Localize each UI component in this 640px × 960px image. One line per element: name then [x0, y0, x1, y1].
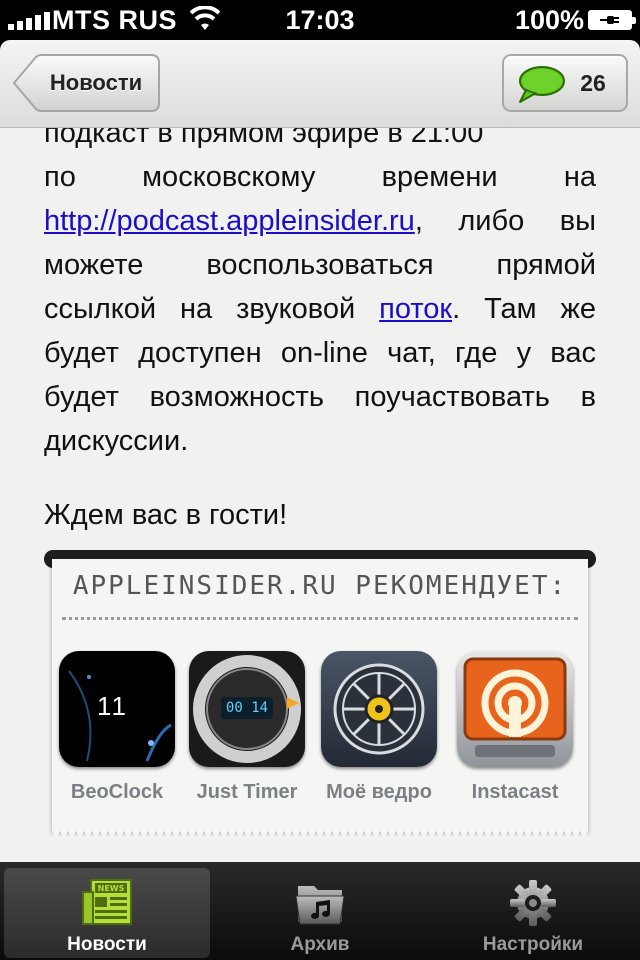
tab-label: Архив [290, 934, 350, 955]
archive-folder-icon [217, 878, 423, 930]
tab-news[interactable]: NEWS Новости [4, 868, 210, 958]
tab-label: Новости [67, 934, 147, 955]
audio-stream-link[interactable]: поток [379, 293, 452, 325]
torn-edge [52, 831, 588, 839]
navigation-bar: Новости 26 [0, 40, 640, 128]
moe-vedro-icon [321, 651, 437, 767]
greeting-text: Ждем вас в гости! [44, 499, 288, 531]
news-artwork: NEWS [82, 879, 132, 925]
dotted-divider [62, 617, 578, 620]
app-beoclock[interactable]: 11 BeoClock [52, 651, 182, 804]
comment-bubble-icon [519, 66, 565, 103]
back-button-label: Новости [49, 70, 143, 95]
charging-plug-icon [600, 16, 619, 24]
battery-percentage: 100% [514, 5, 584, 35]
comments-button[interactable]: 26 [502, 54, 628, 112]
archive-artwork [295, 886, 345, 925]
gear-artwork [510, 880, 556, 926]
article-partial-line: подкаст в прямом эфире в 21:00 [44, 128, 484, 149]
article-paragraph: по московскому времени на http://podcast… [44, 155, 596, 463]
just-timer-icon: 00 14 [189, 651, 305, 767]
tab-label: Настройки [482, 934, 584, 955]
timer-display: 00 14 [221, 697, 273, 719]
app-name: Моё ведро [326, 781, 432, 803]
news-icon: NEWS [4, 878, 210, 930]
tab-bar: NEWS Новости Архив Настройки [0, 862, 640, 960]
article-text-segment: по московскому времени на [44, 161, 596, 193]
article-text: подкаст в прямом эфире в 21:00 по москов… [44, 128, 596, 537]
beoclock-icon: 11 [59, 651, 175, 767]
recommendations-title: APPLEINSIDER.RU РЕКОМЕНДУЕТ: [72, 571, 568, 601]
status-bar: MTS RUS 17:03 100% [0, 0, 640, 40]
instacast-artwork [463, 657, 567, 757]
svg-text:NEWS: NEWS [98, 884, 125, 893]
app-instacast[interactable]: Instacast [450, 651, 580, 804]
gear-icon [430, 878, 636, 930]
podcast-site-link[interactable]: http://podcast.appleinsider.ru [44, 205, 415, 237]
article-content[interactable]: подкаст в прямом эфире в 21:00 по москов… [0, 128, 640, 862]
recommendations-card: APPLEINSIDER.RU РЕКОМЕНДУЕТ: 11 BeoClock [52, 559, 588, 839]
back-button[interactable]: Новости [12, 54, 160, 112]
app-just-timer[interactable]: 00 14 Just Timer [182, 651, 312, 804]
app-name: BeoClock [70, 781, 164, 803]
moe-vedro-artwork [333, 663, 425, 755]
tab-settings[interactable]: Настройки [430, 868, 636, 958]
comments-count: 26 [580, 70, 606, 96]
app-name: Just Timer [196, 781, 298, 803]
battery-icon [588, 10, 636, 30]
beoclock-time: 11 [97, 691, 128, 721]
tab-archive[interactable]: Архив [217, 868, 423, 958]
app-moe-vedro[interactable]: Моё ведро [314, 651, 444, 804]
instacast-icon [457, 651, 573, 767]
app-name: Instacast [471, 781, 559, 803]
